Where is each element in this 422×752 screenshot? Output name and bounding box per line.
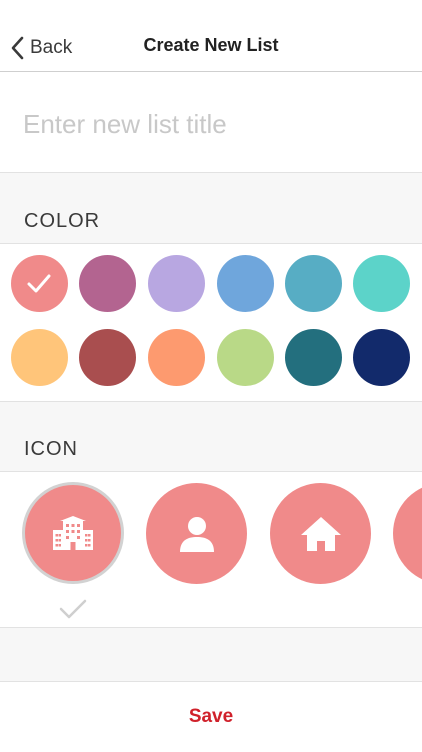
color-swatch[interactable]: [79, 329, 136, 386]
list-title-input[interactable]: [23, 102, 393, 146]
color-swatch[interactable]: [79, 255, 136, 312]
person-icon: [179, 516, 214, 552]
color-swatch[interactable]: [217, 329, 274, 386]
footer-spacer: [0, 628, 422, 682]
home-icon: [300, 516, 341, 551]
save-button[interactable]: Save: [0, 682, 422, 750]
icon-section-label: ICON: [24, 438, 78, 460]
color-swatch[interactable]: [217, 255, 274, 312]
selected-check-icon: [59, 599, 87, 619]
color-section-header: COLOR: [0, 173, 422, 244]
icon-option-person[interactable]: [146, 483, 247, 584]
color-swatch[interactable]: [353, 329, 410, 386]
page-title: Create New List: [143, 35, 279, 55]
color-swatch-selected[interactable]: [11, 255, 68, 312]
icon-option-partial[interactable]: [393, 483, 422, 584]
color-swatch[interactable]: [285, 255, 342, 312]
icon-section-header: ICON: [0, 402, 422, 472]
icon-option-building[interactable]: [25, 485, 121, 581]
checkmark-icon: [27, 274, 51, 293]
color-section-label: COLOR: [24, 210, 101, 232]
icon-option-home[interactable]: [270, 483, 371, 584]
nav-bar: Back Create New List: [0, 0, 422, 72]
icon-picker: [0, 472, 422, 628]
color-swatch[interactable]: [11, 329, 68, 386]
color-swatch[interactable]: [148, 255, 205, 312]
title-input-row: [0, 72, 422, 173]
building-icon: [53, 516, 93, 550]
color-swatch[interactable]: [353, 255, 410, 312]
color-swatch[interactable]: [285, 329, 342, 386]
color-grid: [0, 244, 422, 402]
color-swatch[interactable]: [148, 329, 205, 386]
